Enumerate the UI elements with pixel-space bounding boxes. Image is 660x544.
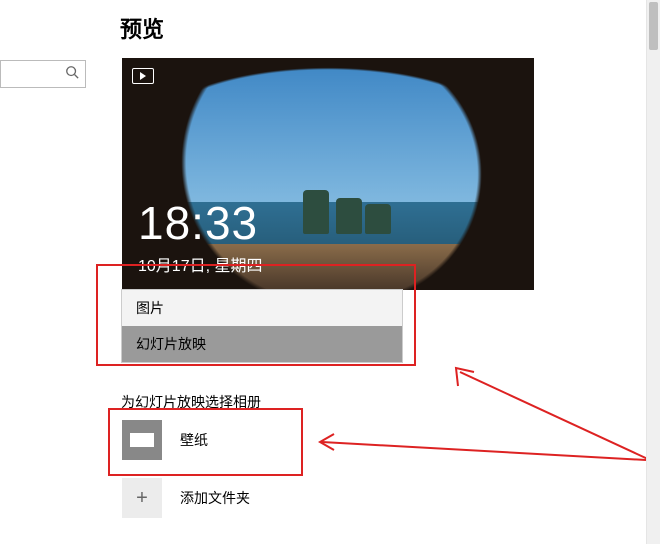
scrollbar-thumb[interactable]: [649, 2, 658, 50]
plus-icon: +: [122, 478, 162, 518]
add-folder-button[interactable]: + 添加文件夹: [122, 478, 250, 518]
slideshow-icon: [132, 68, 154, 84]
add-folder-label: 添加文件夹: [180, 488, 250, 508]
page-title: 预览: [120, 12, 164, 44]
search-icon: [65, 65, 79, 84]
annotation-frame: [108, 408, 303, 476]
annotation-arrow: [316, 430, 656, 470]
scrollbar[interactable]: [646, 0, 660, 544]
lockscreen-preview: 18:33 10月17日, 星期四: [122, 58, 534, 290]
annotation-frame: [96, 264, 416, 366]
clock: 18:33: [138, 196, 258, 250]
search-input[interactable]: [0, 60, 86, 88]
annotation-arrow: [450, 360, 660, 470]
